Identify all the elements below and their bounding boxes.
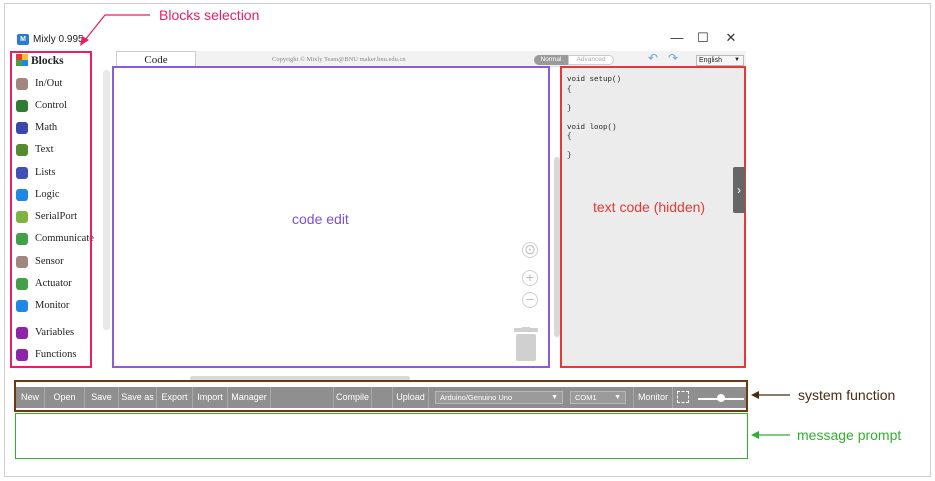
chevron-down-icon: ▼ [614, 394, 621, 401]
zoom-in-icon[interactable]: + [522, 270, 538, 286]
blocks-selection-annotation: Blocks selection [159, 7, 260, 23]
chevron-down-icon: ▼ [734, 57, 740, 63]
trash-icon[interactable] [513, 327, 539, 361]
message-prompt-box [15, 413, 748, 459]
chevron-down-icon: ▼ [551, 394, 558, 401]
mode-normal-toggle[interactable]: Normal [534, 55, 568, 65]
app-title: Mixly 0.995 [33, 34, 84, 45]
message-prompt-annotation: message prompt [797, 427, 902, 443]
text-code-annotation: text code (hidden) [593, 199, 706, 215]
code-edit-annotation: code edit [292, 211, 349, 227]
system-function-annotation: system function [798, 387, 896, 403]
port-value: COM1 [575, 393, 597, 402]
board-value: Arduino/Genuino Uno [440, 393, 513, 402]
sidebar-scrollbar[interactable] [103, 70, 110, 330]
language-value: English [699, 57, 722, 64]
zoom-out-icon[interactable]: − [522, 292, 538, 308]
app-logo: M [17, 34, 29, 45]
import-button[interactable]: Import [193, 387, 228, 408]
fullscreen-icon[interactable] [677, 391, 689, 403]
copyright-text: Copyright © Mixly Team@BNU maker.bnu.edu… [272, 56, 406, 63]
export-button[interactable]: Export [157, 387, 193, 408]
chevron-right-icon[interactable]: › [733, 167, 745, 213]
board-select[interactable]: Arduino/Genuino Uno ▼ [435, 391, 563, 404]
mode-advanced-toggle[interactable]: Advanced [568, 55, 614, 65]
compile-button[interactable]: Compile [333, 387, 372, 408]
open-button[interactable]: Open [45, 387, 85, 408]
new-button[interactable]: New [16, 387, 45, 408]
upload-button[interactable]: Upload [392, 387, 429, 408]
close-button[interactable]: ✕ [722, 29, 740, 47]
undo-icon[interactable]: ↶ [646, 52, 660, 64]
monitor-button[interactable]: Monitor [633, 387, 673, 408]
manager-button[interactable]: Manager [228, 387, 271, 408]
generated-code: void setup() { } void loop() { } [567, 76, 622, 160]
maximize-button[interactable]: ☐ [694, 29, 712, 47]
recenter-icon[interactable]: ⊙ [522, 242, 538, 258]
redo-icon[interactable]: ↷ [666, 52, 680, 64]
minimize-button[interactable]: — [668, 29, 686, 47]
save-as-button[interactable]: Save as [119, 387, 157, 408]
language-select[interactable]: English ▼ [696, 55, 744, 66]
port-select[interactable]: COM1 ▼ [570, 391, 626, 404]
blocks-selection-outline [10, 51, 92, 368]
slider-handle[interactable] [717, 394, 725, 402]
save-button[interactable]: Save [85, 387, 119, 408]
